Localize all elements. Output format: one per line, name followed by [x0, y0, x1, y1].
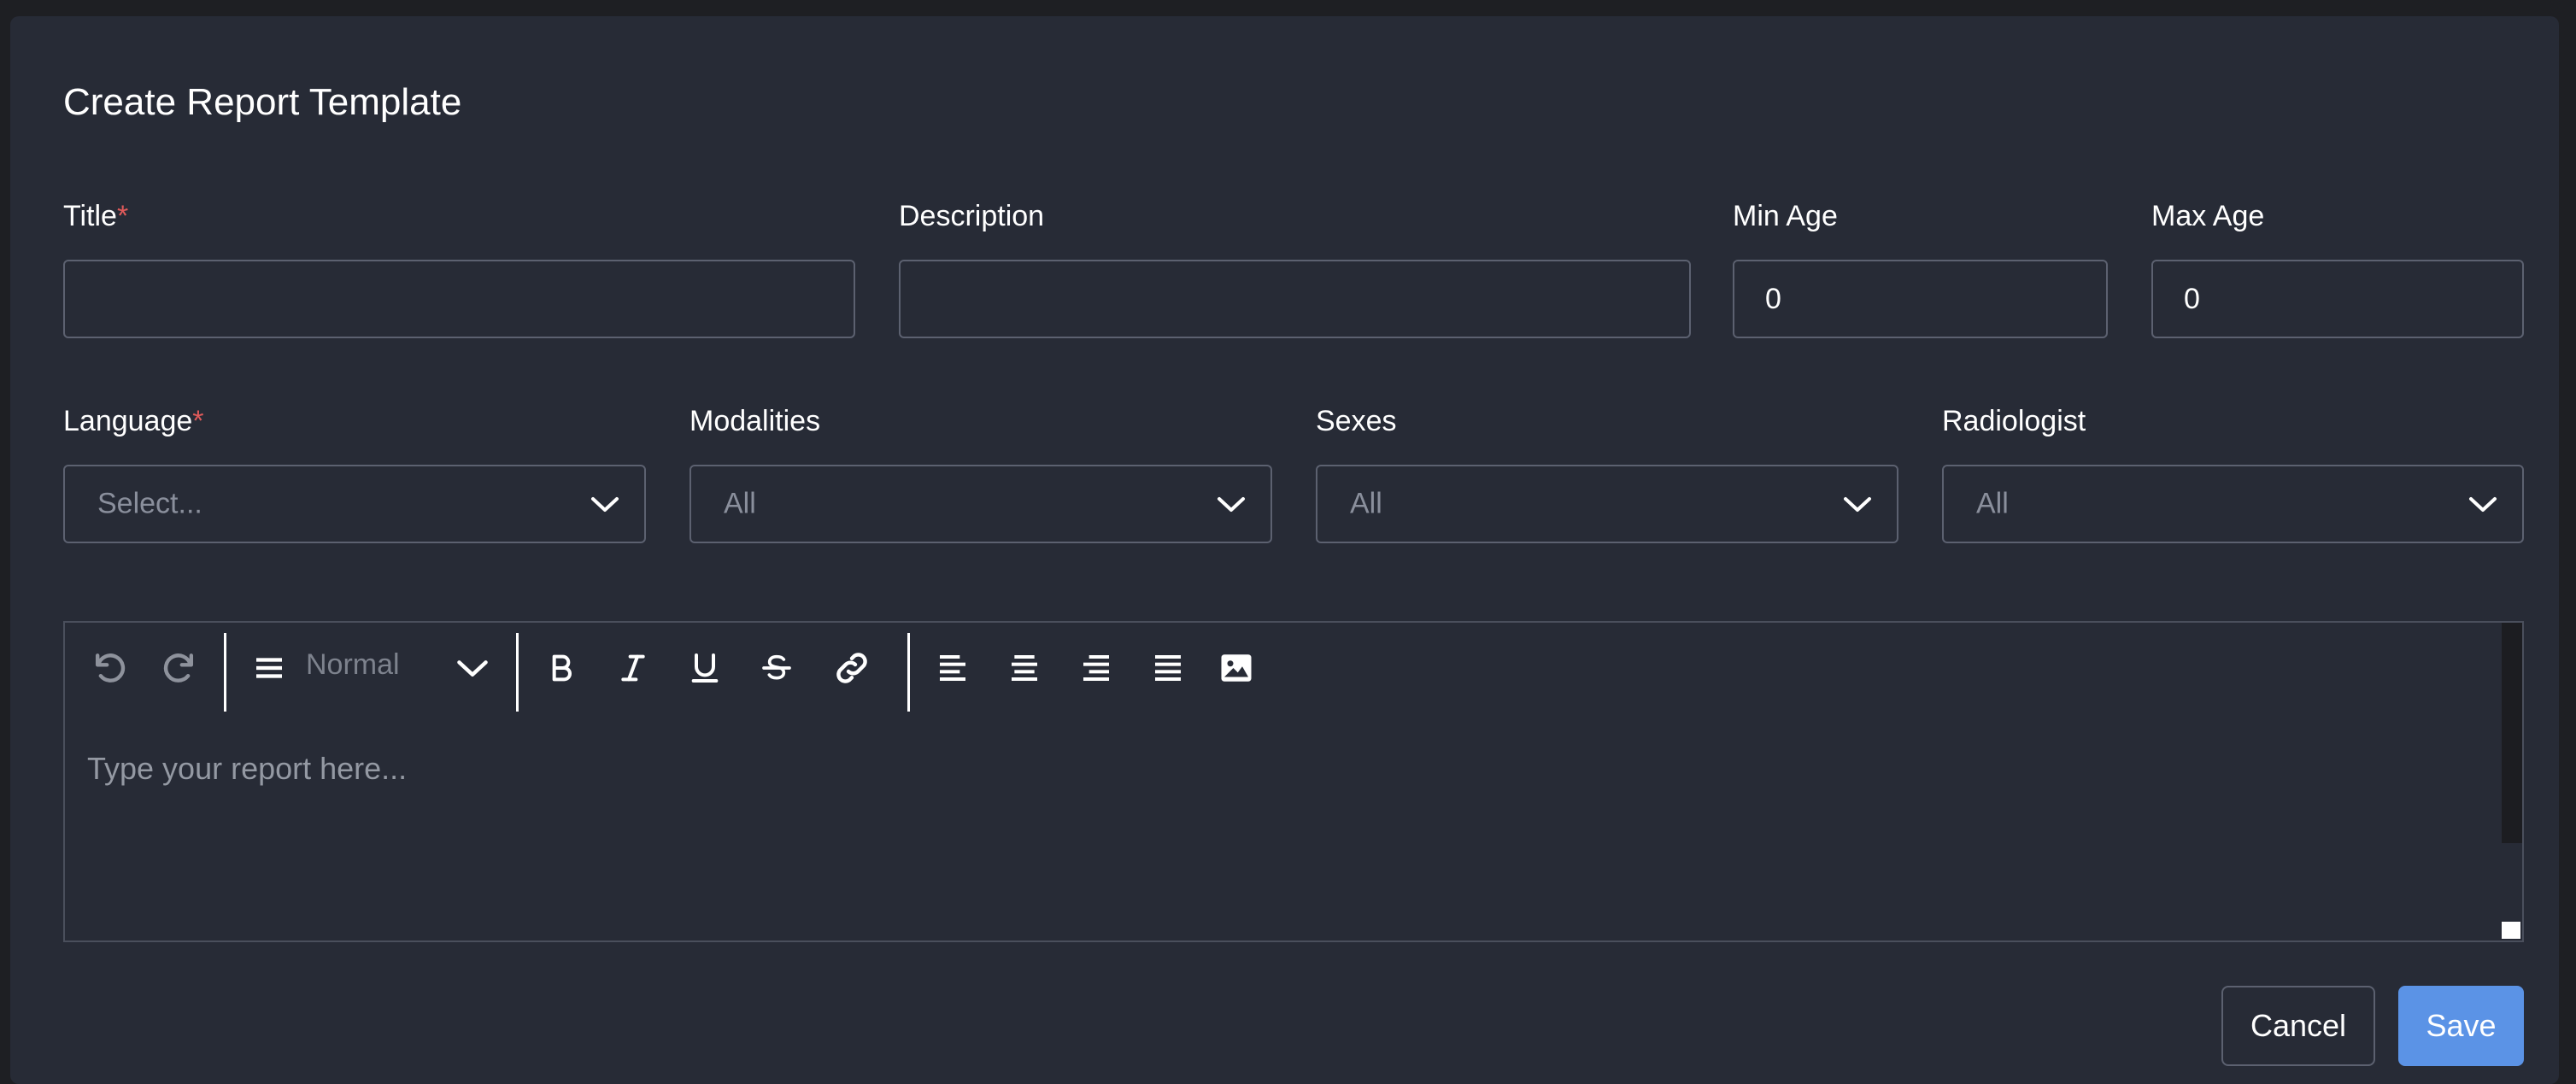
description-field[interactable] — [899, 260, 1691, 338]
strikethrough-button[interactable] — [752, 643, 801, 693]
underline-icon — [691, 653, 719, 683]
cancel-button[interactable]: Cancel — [2221, 986, 2375, 1066]
align-justify-button[interactable] — [1143, 643, 1193, 693]
report-editor: Normal Type your report here... — [63, 621, 2524, 942]
paragraph-format-button[interactable] — [244, 643, 294, 693]
bold-button[interactable] — [537, 643, 586, 693]
sexes-label: Sexes — [1316, 405, 1397, 437]
bold-icon — [552, 654, 572, 682]
link-icon — [836, 653, 867, 683]
min-age-input[interactable] — [1734, 261, 2106, 337]
chevron-down-icon — [457, 660, 488, 677]
toolbar-divider — [224, 633, 226, 712]
max-age-input[interactable] — [2153, 261, 2522, 337]
image-icon — [1221, 654, 1252, 682]
undo-button[interactable] — [84, 643, 133, 693]
format-dropdown-toggle[interactable] — [448, 643, 497, 693]
chevron-down-icon — [1844, 497, 1871, 512]
editor-resize-handle[interactable] — [2502, 922, 2520, 939]
language-select[interactable]: Select... — [63, 465, 646, 543]
align-right-button[interactable] — [1071, 643, 1121, 693]
redo-button[interactable] — [155, 643, 205, 693]
min-age-label: Min Age — [1733, 200, 1838, 232]
undo-icon — [95, 653, 126, 683]
language-selected-value: Select... — [97, 487, 202, 520]
insert-image-button[interactable] — [1212, 643, 1261, 693]
max-age-label: Max Age — [2151, 200, 2265, 232]
radiologist-label: Radiologist — [1942, 405, 2086, 437]
title-field[interactable] — [63, 260, 855, 338]
editor-toolbar: Normal — [65, 623, 2522, 717]
underline-button[interactable] — [680, 643, 730, 693]
radiologist-selected-value: All — [1976, 487, 2009, 520]
sexes-selected-value: All — [1350, 487, 1382, 520]
chevron-down-icon — [2469, 497, 2497, 512]
title-input[interactable] — [65, 261, 854, 337]
italic-icon — [621, 654, 645, 682]
create-report-template-dialog: Create Report Template Title* Descriptio… — [10, 16, 2559, 1084]
editor-placeholder: Type your report here... — [87, 751, 408, 786]
align-left-button[interactable] — [928, 643, 977, 693]
link-button[interactable] — [827, 643, 877, 693]
modalities-select[interactable]: All — [689, 465, 1272, 543]
modalities-selected-value: All — [724, 487, 756, 520]
description-label: Description — [899, 200, 1045, 232]
description-input[interactable] — [901, 261, 1689, 337]
strikethrough-icon — [762, 654, 791, 680]
editor-content-area[interactable]: Type your report here... — [87, 751, 2488, 923]
editor-scrollbar[interactable] — [2502, 623, 2522, 843]
chevron-down-icon — [591, 497, 619, 512]
align-center-icon — [1012, 655, 1037, 681]
required-mark: * — [116, 200, 129, 232]
required-mark: * — [192, 405, 204, 437]
radiologist-select[interactable]: All — [1942, 465, 2524, 543]
dialog-title: Create Report Template — [63, 81, 462, 123]
align-right-icon — [1083, 655, 1109, 681]
format-dropdown-value[interactable]: Normal — [306, 648, 400, 682]
italic-button[interactable] — [608, 643, 658, 693]
paragraph-format-icon — [256, 658, 282, 678]
max-age-field[interactable] — [2151, 260, 2524, 338]
min-age-field[interactable] — [1733, 260, 2108, 338]
language-label: Language* — [63, 405, 204, 437]
redo-icon — [163, 653, 194, 683]
align-center-button[interactable] — [1000, 643, 1049, 693]
chevron-down-icon — [1218, 497, 1245, 512]
modalities-label: Modalities — [689, 405, 821, 437]
toolbar-divider — [516, 633, 519, 712]
toolbar-divider — [907, 633, 910, 712]
save-button[interactable]: Save — [2398, 986, 2524, 1066]
align-justify-icon — [1155, 655, 1181, 681]
align-left-icon — [940, 655, 965, 681]
title-label: Title* — [63, 200, 129, 232]
sexes-select[interactable]: All — [1316, 465, 1898, 543]
